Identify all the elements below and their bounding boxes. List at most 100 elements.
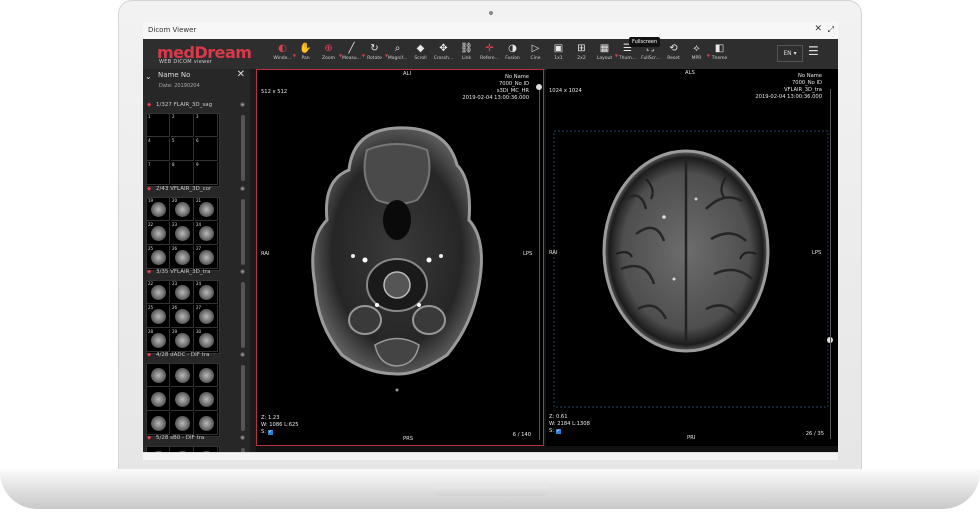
thumbnail-cell[interactable]: 8 — [171, 162, 194, 185]
thumbnail-cell[interactable]: 21 — [195, 198, 218, 221]
sync-text: S: — [261, 429, 267, 435]
series-scrollbar[interactable] — [241, 115, 245, 181]
eye-icon[interactable]: ◉ — [240, 186, 245, 192]
eye-icon[interactable]: ◉ — [240, 269, 245, 275]
sync-checkbox[interactable]: ✓ — [555, 429, 561, 434]
thumbnail-cell[interactable] — [195, 412, 218, 435]
sync-checkbox[interactable]: ✓ — [267, 430, 273, 435]
language-select[interactable]: EN ▾ — [777, 45, 803, 62]
tool-scroll-button[interactable]: ◆ Scroll — [409, 42, 432, 68]
thumbnail-cell[interactable]: 24 — [195, 222, 218, 245]
thumbnail-cell[interactable]: 22 — [147, 222, 170, 245]
thumbnail-cell[interactable]: 7 — [147, 162, 170, 185]
tool-label: Refere... — [480, 56, 499, 61]
series-scrollbar[interactable] — [241, 282, 245, 348]
window-bottom-strip — [143, 452, 838, 460]
tool-pan-button[interactable]: ✋ Pan — [294, 42, 317, 68]
series-scrollbar[interactable] — [241, 199, 245, 265]
thumbnail-cell[interactable]: 9 — [195, 162, 218, 185]
viewport-2[interactable]: ALS PRI RAI LPS 1024 x 1024 No Name 7000… — [546, 69, 838, 446]
series-thumbnails[interactable]: 19 20 21 22 23 24 25 26 27 — [146, 197, 220, 271]
close-window-icon[interactable]: ✕ — [814, 24, 822, 34]
tool-measure-button[interactable]: ╱ Measu... ▼ — [340, 42, 365, 68]
thumbnail-cell[interactable] — [195, 388, 218, 411]
series-thumbnails[interactable] — [146, 363, 220, 437]
thumbnail-cell[interactable]: 25 — [147, 246, 170, 269]
thumbnail-cell[interactable]: 20 — [171, 198, 194, 221]
thumbnail-cell[interactable] — [147, 412, 170, 435]
tool-fusion-button[interactable]: ◑ Fusion — [501, 42, 524, 68]
series-thumbnails[interactable]: 1 2 3 4 5 6 7 8 9 — [146, 113, 220, 187]
tool-layout-button[interactable]: ▦ Layout ▼ — [593, 42, 618, 68]
thumbnail-number: 23 — [172, 222, 178, 227]
thumbnail-cell[interactable] — [171, 388, 194, 411]
restore-window-icon[interactable]: ⤢ — [828, 25, 834, 35]
tool-reset-button[interactable]: ⟲ Reset — [662, 42, 685, 68]
thumbnail-cell[interactable]: 27 — [195, 246, 218, 269]
tool-theme-button[interactable]: ◧ Theme — [708, 42, 731, 68]
series-header[interactable]: ◆ 5/28 sB0 - DIF tra ◉ — [143, 435, 250, 445]
eye-icon[interactable]: ◉ — [240, 102, 245, 108]
tool-crosshair-button[interactable]: ✥ Crossh... — [432, 42, 455, 68]
series-header[interactable]: ◆ 2/43 VFLAIR_3D_cor ◉ — [143, 186, 250, 196]
thumbnail-cell[interactable]: 2 — [171, 114, 194, 137]
thumbnail-cell[interactable]: 26 — [171, 305, 194, 328]
series-label: 3/35 VFLAIR_3D_tra — [156, 269, 211, 275]
thumbnail-cell[interactable]: 22 — [147, 281, 170, 304]
chevron-down-icon[interactable]: ⌄ — [145, 72, 152, 81]
tool-twotwo-button[interactable]: ⊞ 2x2 — [570, 42, 593, 68]
window-titlebar: Dicom Viewer ✕ ⤢ — [143, 22, 838, 40]
thumbnail-cell[interactable]: 6 — [195, 138, 218, 161]
tool-rotate-button[interactable]: ↻ Rotate ▼ — [363, 42, 388, 68]
thumbnail-number: 24 — [196, 281, 202, 286]
tool-link-button[interactable]: ⛓ Link — [455, 42, 478, 68]
series-scrollbar[interactable] — [241, 365, 245, 431]
series-icon: ◆ — [147, 269, 152, 275]
thumbnail-cell[interactable]: 25 — [147, 305, 170, 328]
series-header[interactable]: ◆ 4/28 dADC - DIF tra ◉ — [143, 352, 250, 362]
series-thumbnails[interactable]: 22 23 24 25 26 27 28 29 30 — [146, 280, 220, 354]
thumbnail-cell[interactable]: 4 — [147, 138, 170, 161]
thumbnail-cell[interactable]: 29 — [171, 329, 194, 352]
thumbnail-cell[interactable]: 30 — [195, 329, 218, 352]
thumbnail-cell[interactable]: 3 — [195, 114, 218, 137]
thumbnail-cell[interactable]: 23 — [171, 222, 194, 245]
thumbnail-cell[interactable] — [147, 388, 170, 411]
thumbnail-cell[interactable] — [171, 412, 194, 435]
thumbnail-cell[interactable] — [147, 364, 170, 387]
thumbnail-image — [175, 416, 190, 431]
tool-mpr-button[interactable]: ⟡ MPR ▼ — [685, 42, 710, 68]
viewport-1[interactable]: ALI PRS RAI LPS 512 x 512 No Name 7000_N… — [256, 69, 544, 446]
tool-zoom-button[interactable]: ⊕ Zoom ▼ — [317, 42, 342, 68]
eye-icon[interactable]: ◉ — [240, 435, 245, 441]
thumbnail-cell[interactable]: 23 — [171, 281, 194, 304]
thumbnail-cell[interactable] — [171, 364, 194, 387]
tool-windowing-button[interactable]: ◐ Windo... ▼ — [271, 42, 296, 68]
close-sidebar-icon[interactable]: ✕ — [237, 69, 245, 80]
tool-reference-button[interactable]: ✛ Refere... — [478, 42, 501, 68]
sliders-icon[interactable]: ☰ — [808, 44, 819, 58]
thumbnail-image — [199, 285, 214, 300]
zoom-readout: Z: 1.23 — [261, 415, 280, 421]
scroll-icon: ◆ — [416, 43, 425, 54]
tool-magnify-button[interactable]: ⌕ Magnif... — [386, 42, 409, 68]
thumbnail-cell[interactable] — [195, 364, 218, 387]
tool-cine-button[interactable]: ▷ Cine — [524, 42, 547, 68]
crosshair-icon: ✥ — [439, 43, 448, 54]
info-line: 7000_No ID — [791, 80, 822, 86]
thumbnail-cell[interactable]: 5 — [171, 138, 194, 161]
thumbnail-cell[interactable]: 24 — [195, 281, 218, 304]
series-header[interactable]: ◆ 1/327 FLAIR_3D_sag ◉ — [143, 102, 250, 112]
thumbnail-cell[interactable]: 19 — [147, 198, 170, 221]
thumbnail-image — [199, 250, 214, 265]
series-header[interactable]: ◆ 3/35 VFLAIR_3D_tra ◉ — [143, 269, 250, 279]
series-icon: ◆ — [147, 352, 152, 358]
tool-oneone-button[interactable]: ▣ 1x1 — [547, 42, 570, 68]
thumbnail-cell[interactable]: 26 — [171, 246, 194, 269]
thumbnail-cell[interactable]: 1 — [147, 114, 170, 137]
thumbnail-cell[interactable]: 28 — [147, 329, 170, 352]
eye-icon[interactable]: ◉ — [240, 352, 245, 358]
thumbnail-image — [199, 202, 214, 217]
laptop-notch — [430, 486, 550, 496]
thumbnail-cell[interactable]: 27 — [195, 305, 218, 328]
